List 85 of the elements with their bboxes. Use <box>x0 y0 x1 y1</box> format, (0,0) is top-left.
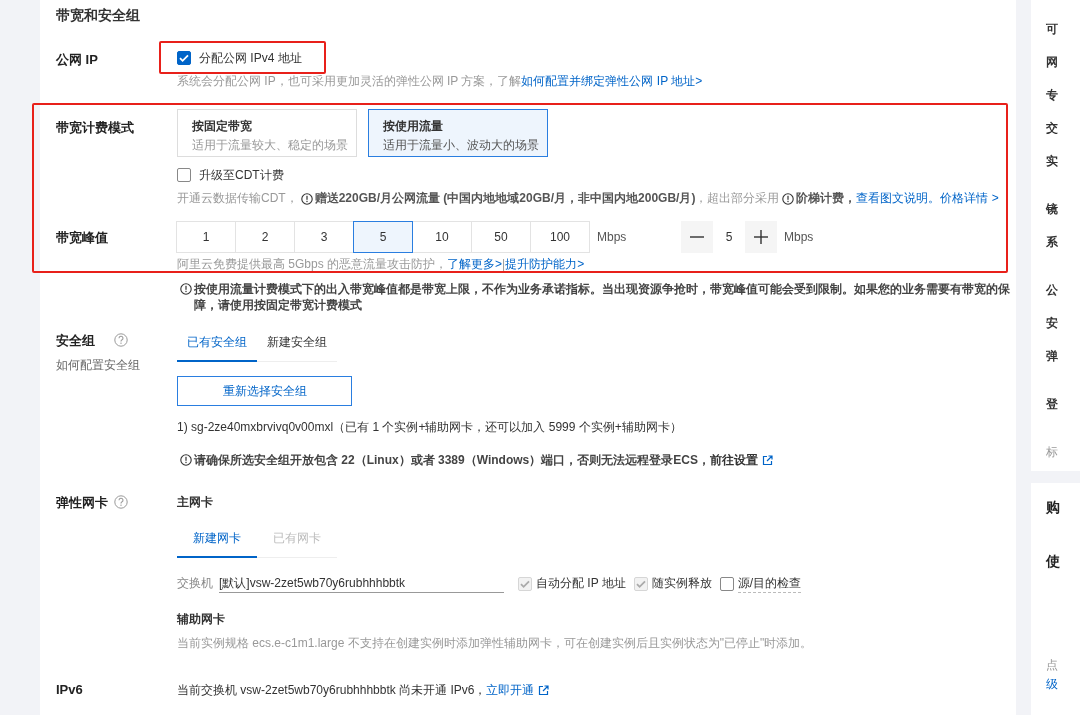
external-link-icon <box>538 685 550 696</box>
help-link[interactable]: 如何配置安全组 <box>56 357 140 374</box>
section-title: 带宽和安全组 <box>56 6 141 25</box>
warning-text: 请确保所选安全组开放包含 22（Linux）或者 3389（Windows）端口，否则无法远程登录ECS， <box>194 452 710 468</box>
summary-label: 交 <box>1046 120 1059 137</box>
bandwidth-option[interactable]: 2 <box>235 221 295 253</box>
increment-button[interactable] <box>745 221 777 253</box>
bandwidth-option[interactable]: 50 <box>471 221 531 253</box>
billing-option-card[interactable]: 按使用流量 适用于流量小、波动大的场景 <box>368 109 548 157</box>
link[interactable]: 价格详情 > <box>940 190 999 207</box>
summary-label: 标 <box>1046 444 1059 461</box>
checkbox-label: 自动分配 IP 地址 <box>536 575 626 592</box>
summary-label: 网 <box>1046 54 1059 71</box>
unit-label: Mbps <box>784 230 815 244</box>
switch-field[interactable]: [默认]vsw-2zet5wb70y6rubhhhbbtk <box>219 574 504 593</box>
link[interactable]: 立即开通 <box>486 682 535 699</box>
option-subtitle: 适用于流量小、波动大的场景 <box>383 138 537 153</box>
field-label: 安全组 <box>56 332 95 350</box>
hint-text: 阿里云免费提供最高 5Gbps 的恶意流量攻击防护， <box>177 256 448 273</box>
info-icon <box>180 283 192 295</box>
summary-label: 弹 <box>1046 348 1059 365</box>
hint-text: 当前实例规格 ecs.e-c1m1.large 不支持在创建实例时添加弹性辅助网卡，可在创建实例后且实例状态为"已停止"时添加。 <box>177 635 813 652</box>
info-text: 赠送220GB/月公网流量 (中国内地地域20GB/月，非中国内地200GB/月) <box>314 190 696 207</box>
unit-label: Mbps <box>597 230 628 244</box>
field-label: 公网 IP <box>56 51 98 69</box>
summary-label: 镜 <box>1046 201 1059 218</box>
security-group-text: 1) sg-2ze40mxbrvivq0v00mxl（已有 1 个实例+辅助网卡，还可以加入 5999 个实例+辅助网卡） <box>177 419 682 436</box>
reselect-button[interactable]: 重新选择安全组 <box>177 376 352 406</box>
hint-text: | <box>502 257 506 271</box>
checkbox[interactable] <box>177 168 191 182</box>
link[interactable]: 如何配置并绑定弹性公网 IP 地址> <box>521 74 703 88</box>
link[interactable]: 查看图文说明。 <box>856 190 941 207</box>
tab[interactable]: 新建安全组 <box>257 332 337 362</box>
billing-option-card[interactable]: 按固定带宽 适用于流量较大、稳定的场景 <box>177 109 357 157</box>
summary-label: 系 <box>1046 234 1059 251</box>
option-title: 按固定带宽 <box>192 118 253 135</box>
external-link-icon <box>761 455 773 466</box>
info-icon <box>300 192 313 205</box>
tab[interactable]: 已有安全组 <box>177 332 257 362</box>
summary-heading: 使 <box>1046 553 1061 571</box>
link[interactable]: 提升防护能力> <box>505 256 585 273</box>
field-label: IPv6 <box>56 682 83 697</box>
summary-label: 安 <box>1046 315 1059 332</box>
summary-label: 登 <box>1046 396 1059 413</box>
summary-label: 实 <box>1046 153 1059 170</box>
link[interactable]: 了解更多> <box>447 256 503 273</box>
field-label: 带宽计费模式 <box>56 119 134 137</box>
hint-text: ，超出部分采用 <box>695 190 780 207</box>
help-icon <box>114 333 128 347</box>
info-text: 阶梯计费， <box>796 190 857 207</box>
help-icon <box>114 495 128 509</box>
bandwidth-option[interactable]: 10 <box>412 221 472 253</box>
option-subtitle: 适用于流量较大、稳定的场景 <box>192 138 346 153</box>
field-label: 交换机 <box>177 575 213 592</box>
checkbox-label: 随实例释放 <box>651 575 712 592</box>
checkbox[interactable] <box>177 51 191 65</box>
checkbox-label: 源/目的检查 <box>737 574 802 593</box>
summary-label: 可 <box>1046 21 1059 38</box>
plus-icon <box>754 230 768 244</box>
warning-text: 按使用流量计费模式下的出入带宽峰值都是带宽上限，不作为业务承诺指标。当出现资源争抢时，带宽峰值可能会受到限制。如果您的业务需要有带宽的保障，请使用按固定带宽计费模式 <box>194 281 1011 313</box>
checkbox-label: 分配公网 IPv4 地址 <box>199 49 302 67</box>
summary-note: 点 <box>1046 657 1059 674</box>
tab[interactable]: 新建网卡 <box>177 526 257 558</box>
bandwidth-option[interactable]: 5 <box>353 221 413 253</box>
option-title: 按使用流量 <box>383 118 444 135</box>
field-label: 弹性网卡 <box>56 494 108 512</box>
bandwidth-option[interactable]: 100 <box>530 221 590 253</box>
hint-text: 开通云数据传输CDT， <box>177 190 298 207</box>
summary-label: 专 <box>1046 87 1059 104</box>
subsection-title: 主网卡 <box>177 494 213 511</box>
subsection-title: 辅助网卡 <box>177 611 225 628</box>
info-icon <box>782 192 795 205</box>
bandwidth-option[interactable]: 3 <box>294 221 354 253</box>
checkbox-label: 升级至CDT计费 <box>199 166 284 184</box>
checkbox[interactable] <box>719 576 734 591</box>
summary-label: 公 <box>1046 282 1059 299</box>
link[interactable]: 前往设置 <box>709 452 758 468</box>
info-icon <box>180 454 192 466</box>
bandwidth-option[interactable]: 1 <box>176 221 236 253</box>
info-text: 当前交换机 vsw-2zet5wb70y6rubhhhbbtk 尚未开通 IPv6， <box>177 682 487 699</box>
link[interactable]: 级 <box>1046 676 1080 693</box>
decrement-button[interactable] <box>681 221 713 253</box>
summary-heading: 购 <box>1046 499 1061 517</box>
hint-text: 系统会分配公网 IP，也可采用更加灵活的弹性公网 IP 方案，了解 <box>177 74 522 88</box>
field-label: 带宽峰值 <box>56 229 108 247</box>
